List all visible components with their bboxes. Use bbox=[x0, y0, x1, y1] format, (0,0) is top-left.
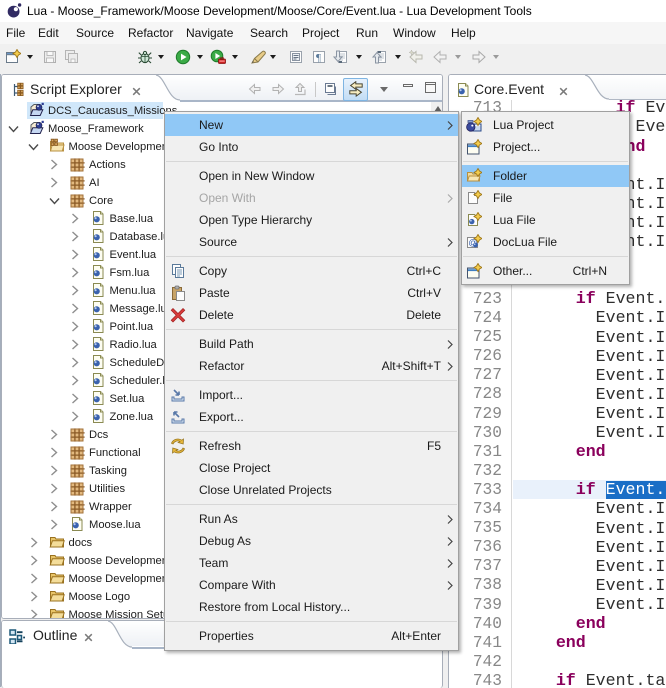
svg-text:¶: ¶ bbox=[316, 52, 321, 64]
